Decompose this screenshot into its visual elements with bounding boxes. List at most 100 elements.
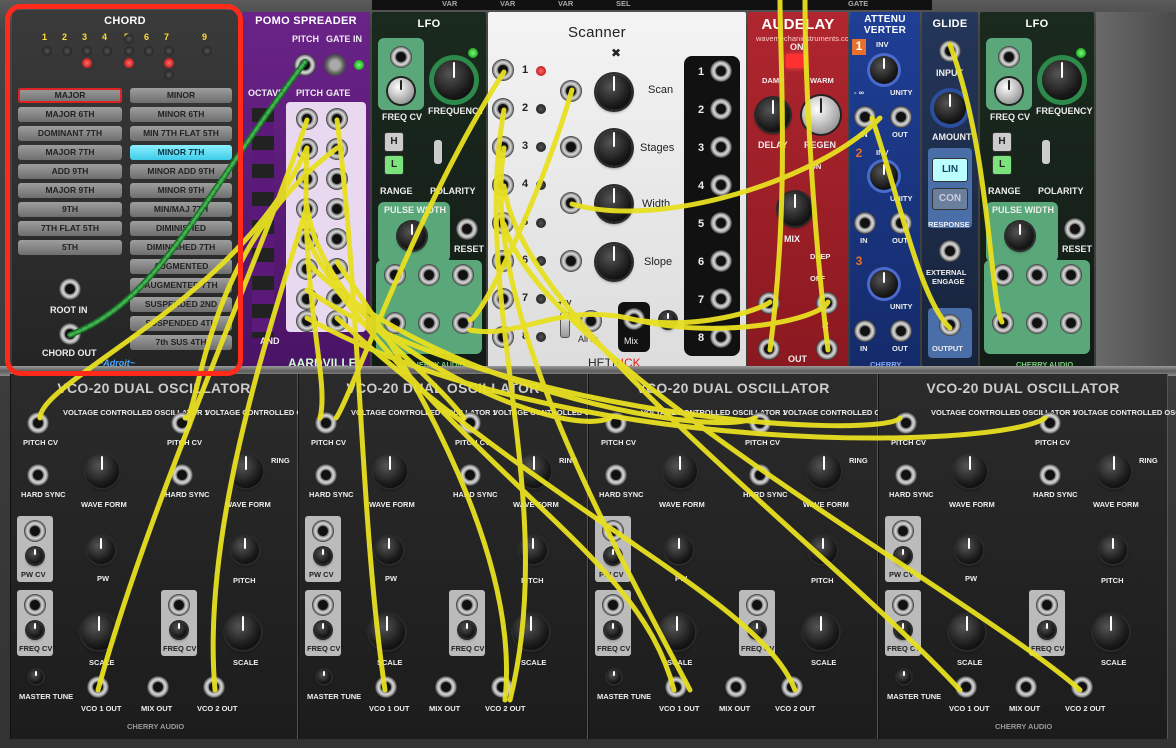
scanner-scan-cv-jack[interactable] (560, 80, 582, 102)
atten-in-jack-3[interactable] (854, 320, 876, 342)
vco-vco1-out-jack[interactable] (87, 676, 109, 698)
vco-hard-sync-jack[interactable] (1039, 464, 1061, 486)
vco-pw-cv-knob[interactable] (895, 548, 911, 564)
atten-out-jack-1[interactable] (890, 106, 912, 128)
lfo-out-jack[interactable] (384, 312, 406, 334)
scanner-width-cv-jack[interactable] (560, 192, 582, 214)
vco-waveform-knob[interactable] (663, 454, 697, 488)
lfo-range-l[interactable]: L (384, 155, 404, 175)
scanner-channel-jack[interactable] (492, 98, 514, 120)
scanner-width-knob[interactable] (596, 186, 632, 222)
lfo-out-jack[interactable] (384, 264, 406, 286)
pomo-gate-out-jack[interactable] (326, 310, 348, 332)
vco-pw-knob[interactable] (87, 536, 115, 564)
vco-pw-knob[interactable] (955, 536, 983, 564)
vco-pw-cv-knob[interactable] (27, 548, 43, 564)
vco-hard-sync-jack[interactable] (171, 464, 193, 486)
chord-button[interactable]: MINOR 6TH (130, 107, 232, 122)
lfo-polarity-switch[interactable] (1042, 140, 1050, 164)
pomo-pitch-out-jack[interactable] (296, 168, 318, 190)
lfo-polarity-switch[interactable] (434, 140, 442, 164)
scanner-channel-jack[interactable] (492, 174, 514, 196)
vco-hard-sync-jack[interactable] (315, 464, 337, 486)
vco-freq-cv-knob[interactable] (605, 622, 621, 638)
octave-slider-track[interactable] (252, 108, 274, 338)
pomo-gate-out-jack[interactable] (326, 228, 348, 250)
scanner-toggle[interactable] (560, 312, 570, 338)
chord-button[interactable]: MINOR ADD 9TH (130, 164, 232, 179)
vco-freq-cv-knob[interactable] (895, 622, 911, 638)
glide-output-jack[interactable] (939, 314, 961, 336)
audelay-delay-knob[interactable] (756, 98, 790, 132)
pomo-gate-out-jack[interactable] (326, 198, 348, 220)
audelay-in-l-jack[interactable] (758, 292, 780, 314)
vco-pw-cv-jack[interactable] (602, 520, 624, 542)
vco-waveform-knob[interactable] (373, 454, 407, 488)
lfo-out-jack[interactable] (1026, 264, 1048, 286)
vco-pw-cv-knob[interactable] (315, 548, 331, 564)
vco-freq-cv-jack[interactable] (24, 594, 46, 616)
vco-freq-cv-jack[interactable] (1036, 594, 1058, 616)
chord-button[interactable]: 7TH FLAT 5TH (18, 221, 122, 236)
vco-waveform-knob[interactable] (807, 454, 841, 488)
audelay-out-l-jack[interactable] (758, 338, 780, 360)
vco-waveform-knob[interactable] (953, 454, 987, 488)
vco-scale-knob[interactable] (369, 614, 405, 650)
vco-freq-cv-knob[interactable] (171, 622, 187, 638)
vco-master-tune-knob[interactable] (607, 670, 621, 684)
vco-hard-sync-jack[interactable] (459, 464, 481, 486)
lfo-out-jack[interactable] (418, 264, 440, 286)
vco-freq-cv-jack[interactable] (312, 594, 334, 616)
chord-button[interactable]: DIMINISHED (130, 221, 232, 236)
lfo-pulse-width-knob[interactable] (1006, 222, 1034, 250)
atten-knob-3[interactable] (870, 270, 898, 298)
glide-lin-button[interactable]: LIN (932, 158, 968, 182)
scanner-all-in-jack[interactable] (580, 310, 602, 332)
lfo-out-jack[interactable] (1026, 312, 1048, 334)
chord-button[interactable]: MIN/MAJ 7TH (130, 202, 232, 217)
atten-in-jack-2[interactable] (854, 212, 876, 234)
pomo-gate-out-jack[interactable] (326, 108, 348, 130)
pomo-pitch-out-jack[interactable] (296, 228, 318, 250)
vco-scale-knob[interactable] (513, 614, 549, 650)
vco-pitch-cv-jack[interactable] (605, 412, 627, 434)
vco-scale-knob[interactable] (803, 614, 839, 650)
vco-master-tune-knob[interactable] (897, 670, 911, 684)
chord-button[interactable]: MINOR (130, 88, 232, 103)
lfo-out-jack[interactable] (992, 264, 1014, 286)
vco-pw-cv-jack[interactable] (892, 520, 914, 542)
chord-out-jack[interactable] (59, 323, 81, 345)
lfo-reset-jack[interactable] (456, 218, 478, 240)
lfo-freq-cv-knob[interactable] (996, 78, 1022, 104)
scanner-out-jack[interactable] (710, 326, 732, 348)
scanner-slope-knob[interactable] (596, 244, 632, 280)
scanner-channel-jack[interactable] (492, 326, 514, 348)
audelay-mix-knob[interactable] (778, 192, 812, 226)
chord-button[interactable]: 9TH (18, 202, 122, 217)
chord-button-selected[interactable]: MINOR 7TH (130, 145, 232, 160)
vco-vco2-out-jack[interactable] (781, 676, 803, 698)
vco-mix-out-jack[interactable] (147, 676, 169, 698)
vco-pitch-cv-jack[interactable] (27, 412, 49, 434)
vco-hard-sync-jack[interactable] (895, 464, 917, 486)
audelay-in-r-jack[interactable] (816, 292, 838, 314)
scanner-out-jack[interactable] (710, 60, 732, 82)
atten-knob-2[interactable] (870, 162, 898, 190)
pomo-gate-in-jack[interactable] (324, 54, 346, 76)
chord-button-major[interactable]: MAJOR (18, 88, 122, 103)
chord-button[interactable]: 7th SUS 4TH (130, 335, 232, 350)
scanner-out-jack[interactable] (710, 136, 732, 158)
vco-pitch-cv-jack[interactable] (895, 412, 917, 434)
scanner-mix-knob[interactable] (660, 312, 676, 328)
lfo-frequency-knob[interactable] (1042, 60, 1082, 100)
lfo-range-l[interactable]: L (992, 155, 1012, 175)
atten-out-jack-3[interactable] (890, 320, 912, 342)
vco-pitch-cv-jack[interactable] (171, 412, 193, 434)
glide-input-jack[interactable] (939, 40, 961, 62)
chord-button[interactable]: AUGMENTED 7TH (130, 278, 232, 293)
vco-scale-knob[interactable] (1093, 614, 1129, 650)
lfo-out-jack[interactable] (452, 264, 474, 286)
vco-pw-cv-jack[interactable] (312, 520, 334, 542)
chord-button[interactable]: MAJOR 7TH (18, 145, 122, 160)
vco-scale-knob[interactable] (225, 614, 261, 650)
